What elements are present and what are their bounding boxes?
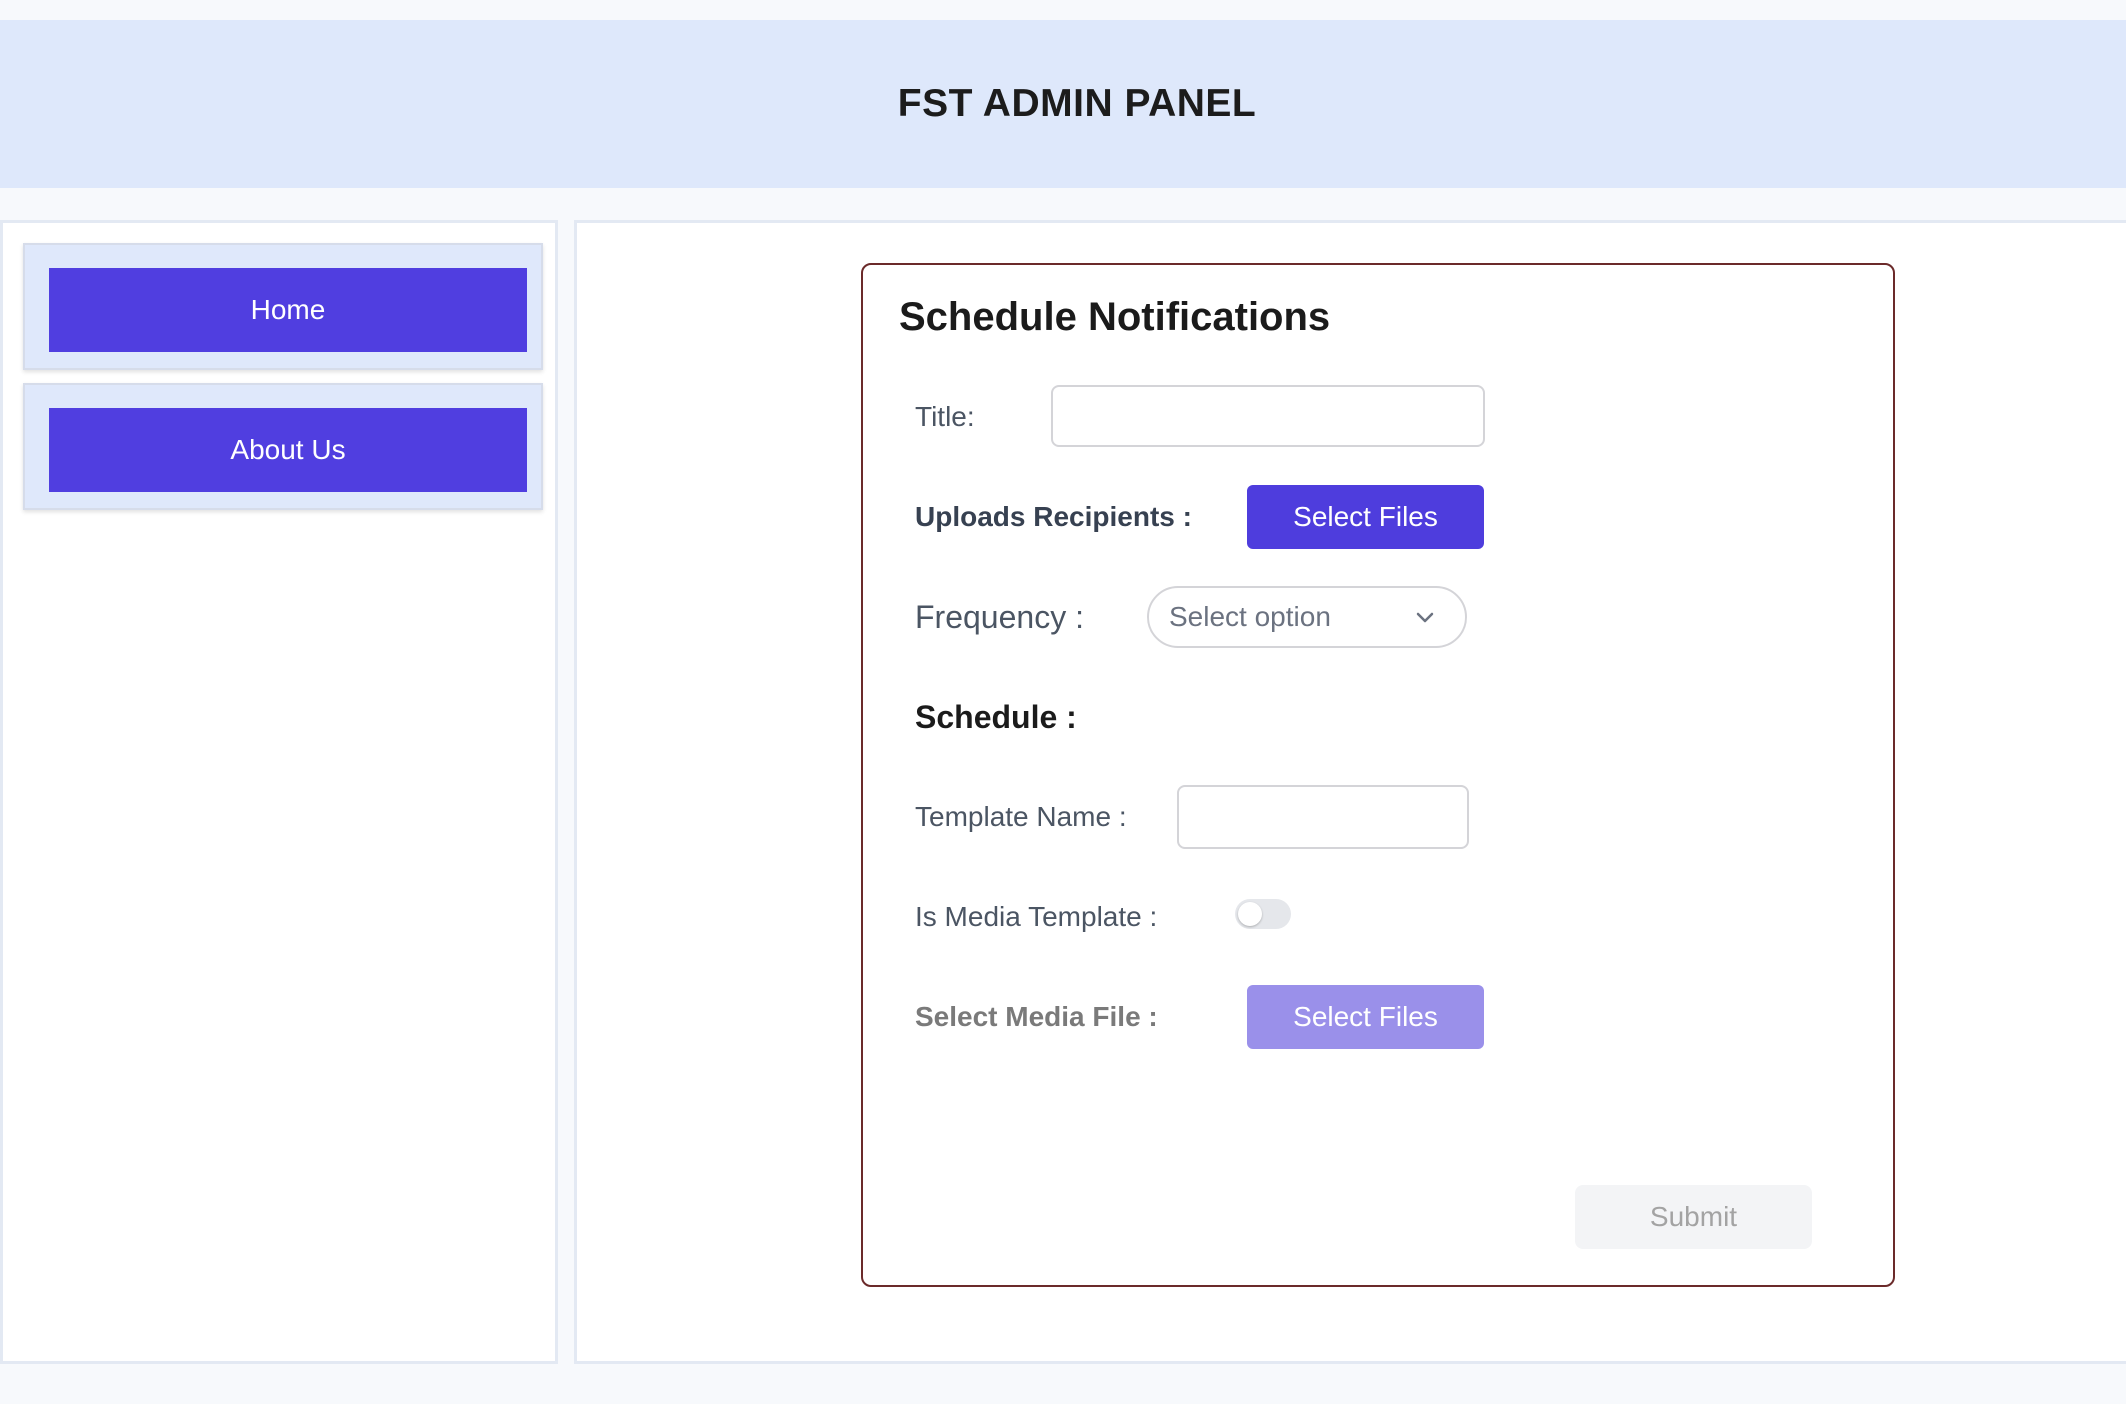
sidebar-item-about-us[interactable]: About Us bbox=[49, 408, 527, 492]
frequency-label: Frequency : bbox=[915, 599, 1084, 635]
sidebar: Home About Us bbox=[0, 220, 558, 1364]
template-name-label: Template Name : bbox=[915, 801, 1127, 832]
is-media-template-toggle[interactable] bbox=[1235, 899, 1291, 929]
select-recipients-files-button[interactable]: Select Files bbox=[1247, 485, 1484, 549]
is-media-template-label: Is Media Template : bbox=[915, 901, 1158, 932]
select-media-files-button[interactable]: Select Files bbox=[1247, 985, 1484, 1049]
app-title: FST ADMIN PANEL bbox=[897, 82, 1257, 125]
select-media-file-label: Select Media File : bbox=[915, 1001, 1158, 1032]
frequency-selected-value: Select option bbox=[1169, 601, 1331, 632]
chevron-down-icon bbox=[1416, 612, 1434, 623]
title-label: Title: bbox=[915, 401, 975, 432]
form-title: Schedule Notifications bbox=[899, 295, 1331, 339]
frequency-select[interactable]: Select option bbox=[1147, 586, 1467, 648]
schedule-heading: Schedule : bbox=[915, 699, 1077, 735]
title-input[interactable] bbox=[1051, 385, 1485, 447]
uploads-recipients-label: Uploads Recipients : bbox=[915, 501, 1192, 532]
submit-button[interactable]: Submit bbox=[1575, 1185, 1812, 1249]
sidebar-card-about-us: About Us bbox=[23, 383, 543, 510]
toggle-knob bbox=[1238, 902, 1262, 926]
schedule-notifications-card: Schedule Notifications Title: Uploads Re… bbox=[861, 263, 1895, 1287]
sidebar-item-home[interactable]: Home bbox=[49, 268, 527, 352]
main-content: Schedule Notifications Title: Uploads Re… bbox=[574, 220, 2126, 1364]
app-header: FST ADMIN PANEL bbox=[0, 20, 2126, 188]
sidebar-card-home: Home bbox=[23, 243, 543, 370]
template-name-input[interactable] bbox=[1177, 785, 1469, 849]
